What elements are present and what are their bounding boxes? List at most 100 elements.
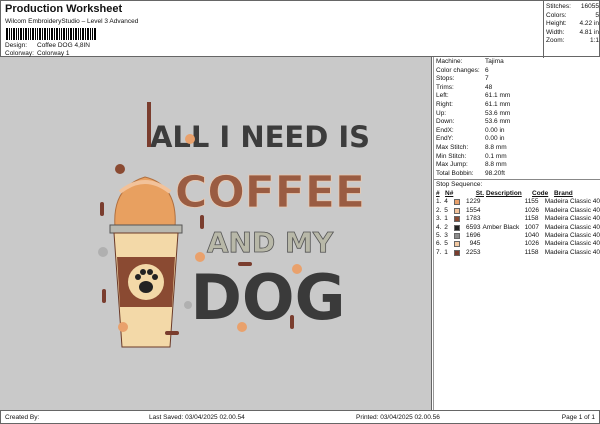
art-line-1: ALL I NEED IS — [150, 120, 370, 154]
info-value: 53.6 mm — [485, 118, 511, 126]
info-value: 98.20ft — [485, 169, 505, 177]
art-line-3: AND MY — [207, 226, 334, 259]
info-label: Up: — [436, 109, 447, 117]
info-value: 8.8 mm — [485, 143, 507, 151]
stop-table-header: # N# St. Description Code Brand — [434, 190, 600, 198]
stats-panel: Stitches: 16055 Colors: 5 Height: 4.22 in Widt… — [543, 1, 600, 58]
machine-info-row: Stops: 7 — [434, 75, 600, 84]
machine-info-row: Machine: Tajima — [434, 58, 600, 67]
col-index: # — [436, 189, 440, 197]
row-needle: 1 — [444, 215, 448, 223]
row-description — [482, 232, 524, 240]
row-description — [482, 207, 524, 215]
row-brand: Madeira Classic 40 — [544, 198, 600, 206]
art-line-4: DOG — [190, 261, 345, 334]
stat-value: 16055 — [580, 3, 599, 10]
stat-value: 4.81 in — [579, 28, 599, 36]
row-description — [482, 215, 524, 223]
info-label: Right: — [436, 100, 453, 108]
row-index: 2. — [436, 206, 442, 214]
stat-value: 1:1 — [589, 37, 599, 45]
info-label: Max Jump: — [436, 161, 468, 169]
color-swatch — [454, 216, 461, 223]
row-needle: 1 — [444, 248, 448, 256]
printed-date: Printed: 03/04/2025 02.00.56 — [356, 414, 440, 421]
machine-info-row: Max Jump: 8.8 mm — [434, 161, 600, 170]
info-value: 8.8 mm — [485, 161, 507, 169]
design-row: Design: Coffee DOG 4,8IN — [5, 42, 90, 49]
stat-value: 4.22 in — [579, 20, 599, 28]
design-label: Design: — [5, 42, 28, 49]
row-needle: 2 — [444, 223, 448, 231]
row-needle: 5 — [444, 206, 448, 214]
col-stitches: St. — [475, 189, 484, 197]
info-value: 61.1 mm — [485, 100, 511, 108]
embroidery-artwork: ALL I NEED IS COFFEE AND MY DOG — [98, 102, 370, 348]
info-label: Color changes: — [436, 66, 480, 74]
info-label: Stops: — [436, 75, 455, 83]
machine-info-row: Total Bobbin: 98.20ft — [434, 170, 600, 179]
row-description — [482, 240, 524, 248]
info-value: 0.1 mm — [485, 152, 507, 160]
row-index: 6. — [436, 240, 442, 248]
stop-row: 4. 2 6593 Amber Black 1007 Madeira Classic 40 — [434, 224, 600, 232]
stat-value: 5 — [595, 11, 599, 19]
info-value: 7 — [485, 75, 489, 83]
stat-row: Colors: 5 — [546, 12, 599, 21]
stop-row: 7. 1 2253 1158 Madeira Classic 40 — [434, 249, 600, 257]
row-index: 3. — [436, 215, 442, 223]
row-brand: Madeira Classic 40 — [544, 231, 600, 239]
info-value: 61.1 mm — [485, 92, 511, 100]
barcode — [6, 26, 116, 40]
worksheet-header: Production Worksheet Wilcom EmbroiderySt… — [0, 0, 600, 58]
row-code: 1040 — [524, 231, 540, 239]
stat-label: Height: — [546, 20, 567, 28]
color-swatch — [454, 207, 461, 214]
col-brand: Brand — [554, 189, 573, 197]
machine-info-row: Min Stitch: 0.1 mm — [434, 153, 600, 162]
stat-row: Stitches: 16055 — [546, 3, 599, 12]
color-swatch — [454, 241, 461, 248]
row-code: 1026 — [524, 240, 540, 248]
page-title: Production Worksheet — [5, 3, 123, 15]
row-index: 7. — [436, 248, 442, 256]
row-code: 1007 — [524, 223, 540, 231]
design-canvas: ALL I NEED IS COFFEE AND MY DOG — [0, 57, 432, 410]
info-label: EndX: — [436, 126, 454, 134]
stat-label: Width: — [546, 28, 565, 36]
stat-label: Colors: — [546, 11, 567, 19]
row-code: 1155 — [524, 198, 539, 206]
machine-info-row: Up: 53.6 mm — [434, 110, 600, 119]
row-code: 1158 — [524, 215, 539, 223]
machine-info-row: Left: 61.1 mm — [434, 92, 600, 101]
col-needle: N# — [445, 189, 454, 197]
info-value: 53.6 mm — [485, 109, 511, 117]
page-number: Page 1 of 1 — [561, 414, 595, 421]
row-stitches: 1783 — [465, 215, 481, 223]
created-by: Created By: — [5, 414, 40, 421]
info-value: 48 — [485, 83, 493, 91]
color-swatch — [454, 249, 461, 256]
info-label: Left: — [436, 92, 449, 100]
info-label: EndY: — [436, 135, 454, 143]
info-value: Tajima — [485, 58, 504, 65]
info-panel: Machine: Tajima Color changes: 6 Stops: 7 Trim… — [433, 57, 600, 410]
stop-row: 2. 5 1554 1026 Madeira Classic 40 — [434, 207, 600, 215]
row-description — [482, 249, 524, 257]
stop-row: 3. 1 1783 1158 Madeira Classic 40 — [434, 215, 600, 223]
row-brand: Madeira Classic 40 — [544, 240, 600, 248]
row-needle: 5 — [444, 240, 448, 248]
row-stitches: 945 — [469, 240, 481, 248]
colorway-value: Colorway 1 — [37, 50, 70, 57]
row-index: 4. — [436, 223, 442, 231]
row-brand: Madeira Classic 40 — [544, 215, 600, 223]
row-index: 1. — [436, 198, 442, 206]
info-label: Min Stitch: — [436, 152, 467, 160]
stop-row: 6. 5 945 1026 Madeira Classic 40 — [434, 240, 600, 248]
colorway-row: Colorway: Colorway 1 — [5, 50, 70, 57]
row-index: 5. — [436, 231, 442, 239]
row-code: 1158 — [524, 248, 539, 256]
stop-sequence: Stop Sequence: # N# St. Description Code… — [434, 179, 600, 257]
stat-row: Height: 4.22 in — [546, 20, 599, 29]
color-swatch — [454, 199, 461, 206]
